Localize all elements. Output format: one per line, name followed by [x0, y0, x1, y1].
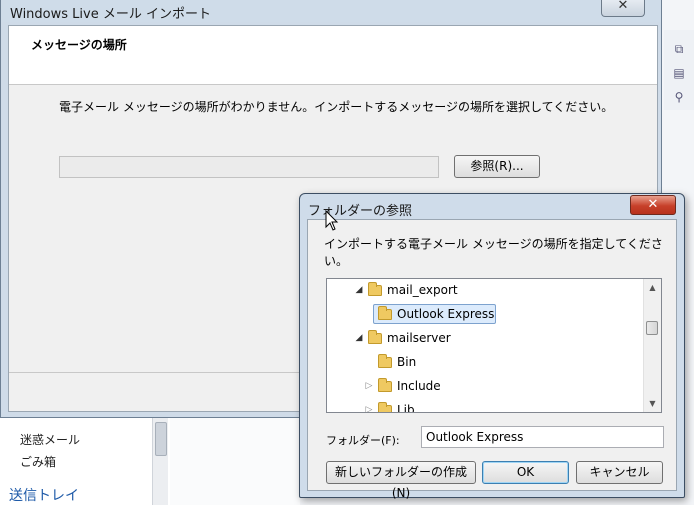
scroll-down-icon[interactable]: ▼ — [644, 395, 661, 412]
tree-item-mail-export[interactable]: ◢ mail_export — [327, 280, 645, 300]
folder-icon — [368, 330, 382, 344]
wizard-title: Windows Live メール インポート — [10, 7, 211, 22]
close-icon: ✕ — [617, 0, 629, 13]
folder-tree[interactable]: ◢ mail_export Outlook Express ◢ mailserv… — [326, 278, 662, 413]
tree-item-label: mailserver — [387, 331, 451, 345]
tree-item-label: mail_export — [387, 283, 458, 297]
expanded-arrow-icon[interactable]: ◢ — [354, 280, 364, 300]
tree-scrollbar[interactable]: ▲ ▼ — [643, 279, 661, 412]
wizard-page-title: メッセージの場所 — [31, 38, 127, 52]
tree-item-bin[interactable]: Bin — [327, 352, 645, 372]
folder-icon — [368, 282, 382, 296]
tree-item-label: Bin — [397, 355, 417, 369]
dialog-instruction: インポートする電子メール メッセージの場所を指定してください。 — [324, 237, 663, 268]
dialog-title: フォルダーの参照 — [308, 204, 413, 219]
copy-icon[interactable]: ⧉ — [672, 42, 686, 56]
tree-item-lib[interactable]: ▷ Lib — [327, 400, 645, 413]
message-list — [170, 418, 300, 505]
sidebar-item-trash[interactable]: ごみ箱 — [20, 453, 56, 470]
tree-scroll-thumb[interactable] — [646, 321, 658, 335]
folder-icon — [378, 354, 392, 368]
browse-button[interactable]: 参照(R)... — [454, 155, 540, 178]
side-toolbar: ⧉ ▤ ⚲ — [664, 30, 694, 110]
close-icon: ✕ — [647, 197, 659, 212]
folder-icon — [378, 306, 392, 320]
collapsed-arrow-icon[interactable]: ▷ — [364, 400, 374, 412]
sidebar-section-outbox[interactable]: 送信トレイ — [9, 485, 79, 505]
wizard-header: メッセージの場所 — [9, 26, 657, 85]
expanded-arrow-icon[interactable]: ◢ — [354, 328, 364, 348]
dialog-close-button[interactable]: ✕ — [630, 195, 676, 215]
wizard-close-button[interactable]: ✕ — [601, 0, 645, 17]
folder-field[interactable] — [421, 426, 664, 448]
sidebar-scrollbar[interactable] — [152, 418, 168, 505]
cancel-button[interactable]: キャンセル — [576, 461, 663, 484]
tree-item-label: Lib — [397, 403, 415, 413]
tree-item-label: Include — [397, 379, 441, 393]
sidebar-scroll-thumb[interactable] — [155, 422, 167, 456]
dialog-client-area: インポートする電子メール メッセージの場所を指定してください。 ◢ mail_e… — [307, 219, 677, 500]
ok-button[interactable]: OK — [482, 461, 569, 484]
paste-icon[interactable]: ▤ — [672, 66, 686, 80]
folder-field-label: フォルダー(F): — [326, 434, 400, 447]
scroll-up-icon[interactable]: ▲ — [644, 279, 661, 296]
sidebar-item-junk[interactable]: 迷惑メール — [20, 431, 80, 448]
folder-icon — [378, 402, 392, 412]
collapsed-arrow-icon[interactable]: ▷ — [364, 376, 374, 396]
find-icon[interactable]: ⚲ — [672, 90, 686, 104]
message-location-field[interactable] — [59, 156, 439, 178]
tree-item-mailserver[interactable]: ◢ mailserver — [327, 328, 645, 348]
folder-icon — [378, 378, 392, 392]
new-folder-button[interactable]: 新しいフォルダーの作成(N) — [326, 461, 476, 500]
tree-item-outlook-express[interactable]: Outlook Express — [327, 304, 645, 324]
browse-folder-dialog: フォルダーの参照 ✕ インポートする電子メール メッセージの場所を指定してくださ… — [299, 193, 685, 500]
wizard-description: 電子メール メッセージの場所がわかりません。インポートするメッセージの場所を選択… — [59, 100, 614, 114]
tree-item-include[interactable]: ▷ Include — [327, 376, 645, 396]
mouse-pointer-icon — [325, 210, 339, 231]
tree-item-label: Outlook Express — [397, 307, 495, 321]
wizard-titlebar[interactable]: Windows Live メール インポート — [1, 0, 661, 22]
